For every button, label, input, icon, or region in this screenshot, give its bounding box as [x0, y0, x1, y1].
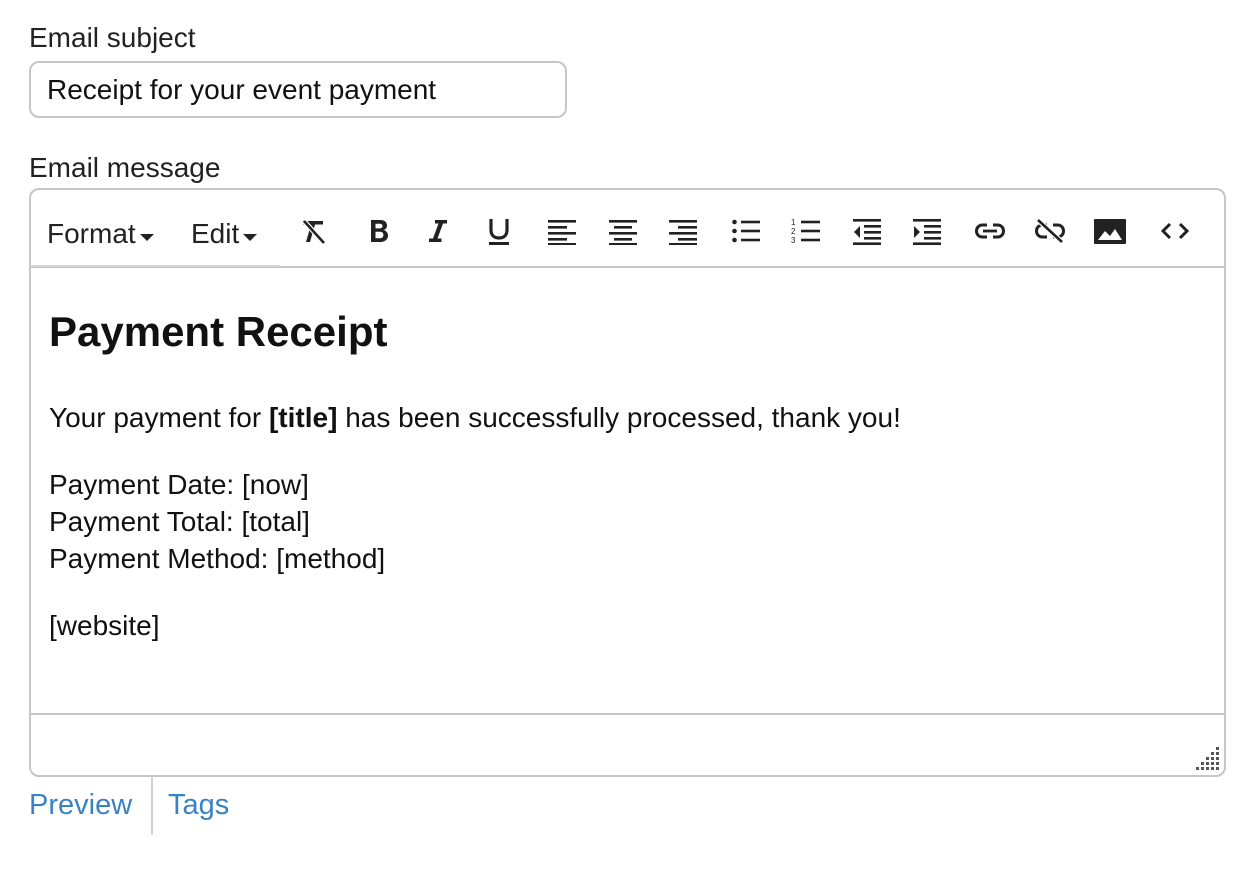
- email-message-label: Email message: [29, 152, 221, 183]
- align-right-button[interactable]: [666, 214, 700, 248]
- source-code-button[interactable]: [1158, 214, 1192, 248]
- chevron-down-icon: [243, 234, 258, 242]
- underline-button[interactable]: [482, 214, 516, 248]
- format-menu-button[interactable]: Format: [47, 218, 154, 250]
- insert-link-icon: [974, 223, 1006, 239]
- chevron-down-icon: [139, 234, 154, 242]
- payment-details-paragraph: Payment Date: [now] Payment Total: [total…: [49, 466, 385, 577]
- svg-text:2: 2: [791, 227, 796, 236]
- clear-formatting-button[interactable]: [296, 214, 330, 248]
- italic-button[interactable]: [421, 214, 455, 248]
- numbered-list-icon: 1 2 3: [791, 218, 820, 245]
- bold-icon: [371, 220, 388, 242]
- email-subject-input[interactable]: [29, 61, 567, 118]
- svg-text:3: 3: [791, 236, 796, 245]
- outdent-icon: [853, 219, 881, 245]
- remove-link-button[interactable]: [1033, 214, 1067, 248]
- payment-date-line: Payment Date: [now]: [49, 469, 309, 500]
- insert-image-button[interactable]: [1093, 214, 1127, 248]
- format-menu-label: Format: [47, 218, 136, 249]
- editor-toolbar: Format Edit 1 2 3: [31, 190, 1224, 268]
- italic-icon: [429, 220, 447, 242]
- payment-method-line: Payment Method: [method]: [49, 543, 386, 574]
- title-tag: [title]: [268, 402, 338, 433]
- website-paragraph: [website]: [49, 610, 160, 641]
- resize-handle-icon[interactable]: [1194, 745, 1222, 773]
- align-center-button[interactable]: [606, 214, 640, 248]
- preview-link[interactable]: Preview: [29, 789, 132, 822]
- intro-paragraph: Your payment for [title] has been succes…: [49, 399, 901, 436]
- svg-text:1: 1: [791, 218, 796, 227]
- indent-icon: [913, 219, 941, 245]
- bold-button[interactable]: [362, 214, 396, 248]
- remove-link-icon: [1034, 218, 1066, 244]
- underline-icon: [489, 219, 509, 245]
- insert-link-button[interactable]: [973, 214, 1007, 248]
- align-left-button[interactable]: [545, 214, 579, 248]
- tags-link[interactable]: Tags: [168, 789, 229, 822]
- bullet-list-button[interactable]: [729, 214, 763, 248]
- align-center-icon: [609, 220, 637, 245]
- numbered-list-button[interactable]: 1 2 3: [789, 214, 823, 248]
- email-subject-label: Email subject: [29, 22, 196, 53]
- insert-image-icon: [1094, 219, 1126, 244]
- payment-total-line: Payment Total: [total]: [49, 506, 310, 537]
- intro-text-before: Your payment for: [49, 402, 269, 433]
- editor-menubar: Format Edit: [31, 190, 280, 267]
- align-right-icon: [669, 220, 697, 245]
- link-divider: [151, 777, 153, 835]
- align-left-icon: [548, 220, 576, 245]
- editor-statusbar: [31, 715, 1224, 775]
- rich-text-editor: Format Edit 1 2 3 Payment Receipt Your p…: [29, 188, 1226, 777]
- indent-button[interactable]: [910, 214, 944, 248]
- outdent-button[interactable]: [850, 214, 884, 248]
- bullet-list-icon: [732, 219, 760, 243]
- intro-text-after: has been successfully processed, thank y…: [337, 402, 901, 433]
- edit-menu-button[interactable]: Edit: [191, 218, 258, 250]
- receipt-heading: Payment Receipt: [49, 308, 388, 355]
- source-code-icon: [1160, 222, 1190, 240]
- editor-content-area[interactable]: Payment Receipt Your payment for [title]…: [31, 268, 1224, 715]
- clear-formatting-icon: [302, 219, 326, 245]
- edit-menu-label: Edit: [191, 218, 240, 249]
